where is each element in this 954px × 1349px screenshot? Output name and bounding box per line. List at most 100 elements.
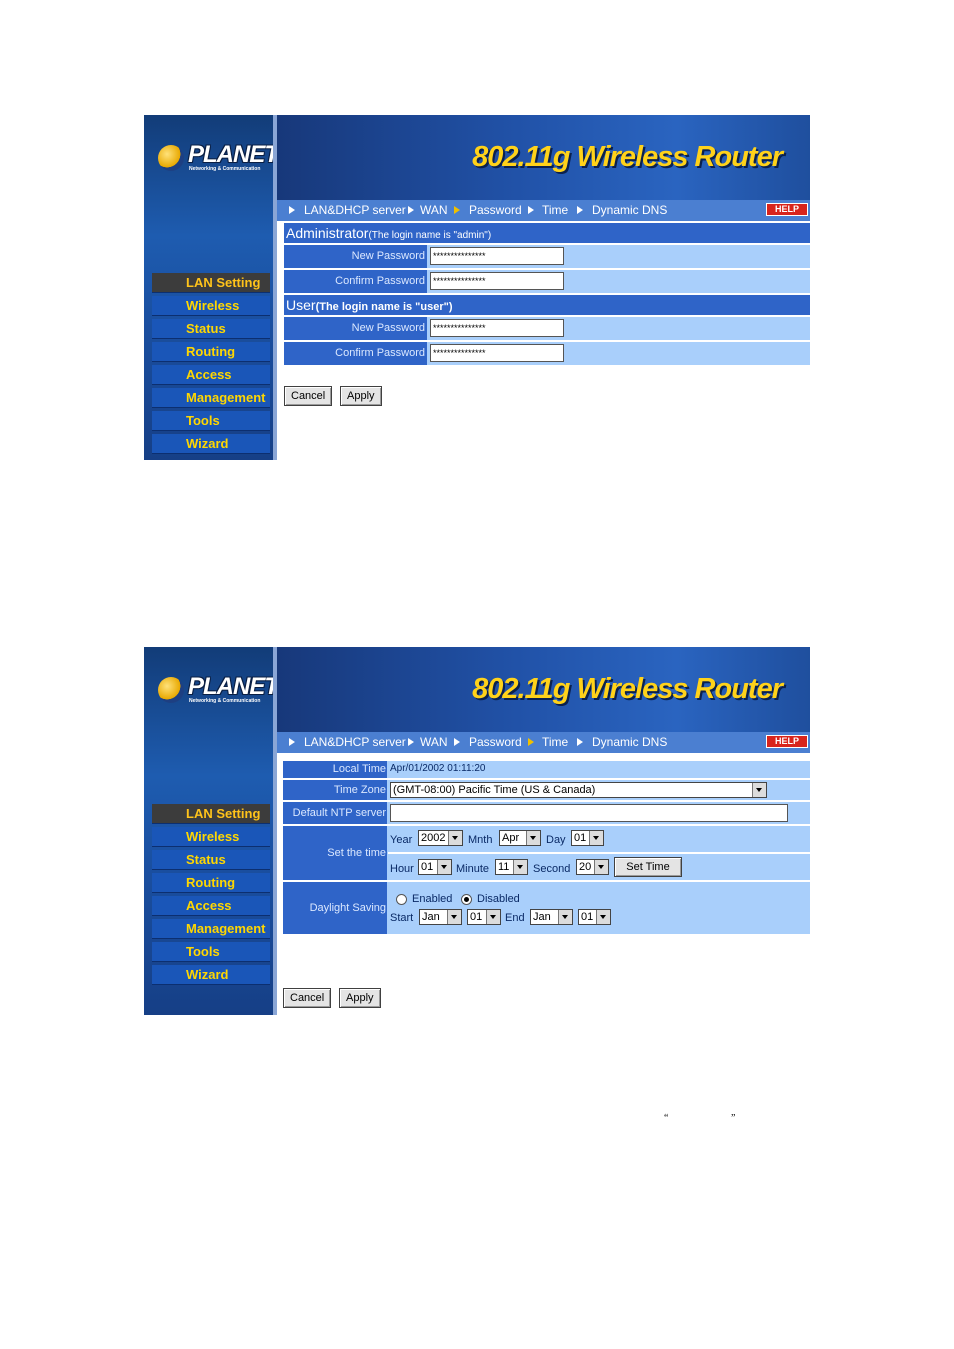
start-day-select[interactable]: 01 (467, 909, 501, 925)
disabled-label: Disabled (477, 893, 520, 905)
brand-subtitle: Networking & Communication (189, 698, 261, 704)
tab-lan-dhcp[interactable]: LAN&DHCP server (304, 203, 406, 217)
admin-new-password-row: New Password (284, 245, 810, 268)
tab-wan[interactable]: WAN (420, 735, 448, 749)
apply-button[interactable]: Apply (339, 988, 381, 1008)
day-select[interactable]: 01 (571, 830, 604, 846)
set-time-label: Set the time (283, 826, 387, 880)
minute-select[interactable]: 11 (495, 859, 528, 875)
sidebar-item-routing[interactable]: Routing (152, 342, 270, 362)
minute-value: 11 (498, 861, 510, 873)
user-confirm-password-label: Confirm Password (284, 342, 427, 365)
admin-confirm-password-input[interactable] (430, 272, 564, 290)
daylight-saving-label: Daylight Saving (283, 882, 387, 934)
sidebar-item-management[interactable]: Management (152, 388, 270, 408)
local-time-value: Apr/01/2002 01:11:20 (390, 763, 486, 774)
arrow-icon (289, 738, 295, 746)
banner-title: 802.11g Wireless Router (472, 673, 783, 705)
brand-name: PLANET (188, 141, 279, 168)
cancel-button[interactable]: Cancel (283, 988, 332, 1008)
ntp-server-input[interactable] (390, 804, 788, 822)
user-confirm-password-input[interactable] (430, 344, 564, 362)
chevron-down-icon (447, 910, 461, 924)
user-note: (The login name is "user") (315, 301, 453, 313)
tab-lan-dhcp[interactable]: LAN&DHCP server (304, 735, 406, 749)
sidebar-item-wizard[interactable]: Wizard (152, 965, 270, 985)
tab-password[interactable]: Password (469, 203, 522, 217)
tab-wan[interactable]: WAN (420, 203, 448, 217)
top-nav: LAN&DHCP server WAN Password Time Dynami… (277, 732, 810, 755)
arrow-icon (577, 206, 583, 214)
arrow-icon (577, 738, 583, 746)
sidebar-item-routing[interactable]: Routing (152, 873, 270, 893)
start-label: Start (390, 912, 414, 924)
chevron-down-icon (558, 910, 572, 924)
sidebar-item-status[interactable]: Status (152, 850, 270, 870)
planet-logo: PLANET Networking & Communication (158, 141, 279, 175)
close-quote: ” (731, 1113, 736, 1124)
arrow-icon (408, 206, 414, 214)
time-zone-value: (GMT-08:00) Pacific Time (US & Canada) (393, 784, 596, 796)
start-day-value: 01 (470, 911, 483, 923)
apply-button[interactable]: Apply (340, 386, 382, 406)
local-time-row: Local Time Apr/01/2002 01:11:20 (283, 761, 810, 778)
tab-dynamic-dns[interactable]: Dynamic DNS (592, 735, 667, 749)
ntp-server-row: Default NTP server (283, 802, 810, 824)
disabled-radio[interactable] (461, 894, 472, 905)
sidebar-item-wireless[interactable]: Wireless (152, 296, 270, 316)
tab-dynamic-dns[interactable]: Dynamic DNS (592, 203, 667, 217)
arrow-icon (528, 738, 534, 746)
year-label: Year (390, 834, 413, 846)
hour-value: 01 (421, 861, 434, 873)
sidebar-item-wizard[interactable]: Wizard (152, 434, 270, 454)
end-month-select[interactable]: Jan (530, 909, 573, 925)
user-new-password-input[interactable] (430, 319, 564, 337)
chevron-down-icon (752, 783, 766, 797)
sidebar-item-access[interactable]: Access (152, 365, 270, 385)
time-zone-select[interactable]: (GMT-08:00) Pacific Time (US & Canada) (390, 782, 767, 798)
arrow-icon (289, 206, 295, 214)
user-section-header: User(The login name is "user") (284, 295, 810, 315)
top-nav: LAN&DHCP server WAN Password Time Dynami… (277, 200, 810, 223)
tab-time[interactable]: Time (542, 203, 568, 217)
sidebar: PLANET Networking & Communication LAN Se… (144, 115, 279, 460)
enabled-radio[interactable] (396, 894, 407, 905)
planet-globe-icon (158, 145, 184, 171)
cancel-button[interactable]: Cancel (284, 386, 333, 406)
sidebar-item-status[interactable]: Status (152, 319, 270, 339)
hour-select[interactable]: 01 (418, 859, 452, 875)
year-select[interactable]: 2002 (418, 830, 463, 846)
help-button[interactable]: HELP (766, 203, 808, 216)
sidebar: PLANET Networking & Communication LAN Se… (144, 647, 279, 1015)
end-day-select[interactable]: 01 (578, 909, 611, 925)
sidebar-item-lan-setting[interactable]: LAN Setting (152, 273, 270, 293)
end-month-value: Jan (533, 911, 551, 923)
end-day-value: 01 (581, 911, 594, 923)
set-time-button[interactable]: Set Time (614, 857, 682, 877)
sidebar-item-access[interactable]: Access (152, 896, 270, 916)
sidebar-item-wireless[interactable]: Wireless (152, 827, 270, 847)
admin-new-password-input[interactable] (430, 247, 564, 265)
tab-password[interactable]: Password (469, 735, 522, 749)
second-select[interactable]: 20 (576, 859, 609, 875)
time-form: Local Time Apr/01/2002 01:11:20 Time Zon… (283, 761, 810, 936)
month-select[interactable]: Apr (499, 830, 541, 846)
sidebar-item-tools[interactable]: Tools (152, 942, 270, 962)
banner-title: 802.11g Wireless Router (472, 141, 783, 173)
sidebar-item-lan-setting[interactable]: LAN Setting (152, 804, 270, 824)
tab-time[interactable]: Time (542, 735, 568, 749)
admin-section-header: Administrator(The login name is "admin") (284, 223, 810, 243)
header-banner: 802.11g Wireless Router (277, 647, 810, 732)
start-month-select[interactable]: Jan (419, 909, 462, 925)
password-screenshot: PLANET Networking & Communication LAN Se… (144, 115, 810, 460)
brand-subtitle: Networking & Communication (189, 166, 261, 172)
month-value: Apr (502, 832, 520, 844)
chevron-down-icon (448, 831, 462, 845)
set-time-row: Set the time Year 2002 Mnth Apr Day 01 H… (283, 826, 810, 880)
chevron-down-icon (596, 910, 610, 924)
help-button[interactable]: HELP (766, 735, 808, 748)
sidebar-item-management[interactable]: Management (152, 919, 270, 939)
second-value: 20 (579, 861, 592, 873)
day-label: Day (546, 834, 566, 846)
sidebar-item-tools[interactable]: Tools (152, 411, 270, 431)
